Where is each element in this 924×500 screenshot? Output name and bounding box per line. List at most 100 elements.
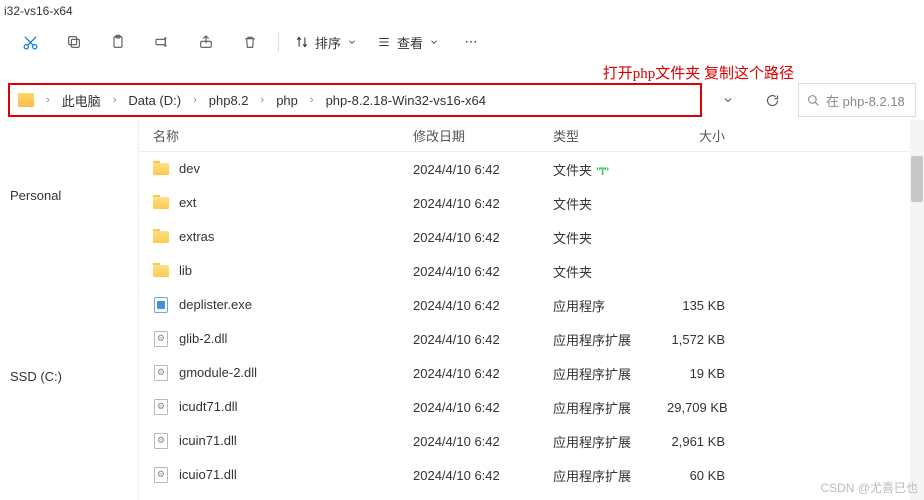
chevron-right-icon[interactable]: › bbox=[187, 94, 203, 106]
file-date: 2024/4/10 6:42 bbox=[399, 434, 539, 449]
view-label: 查看 bbox=[397, 33, 423, 52]
file-size: 60 KB bbox=[653, 468, 743, 483]
window-title: i32-vs16-x64 bbox=[4, 4, 73, 18]
file-type: 应用程序扩展 bbox=[539, 466, 653, 485]
chevron-down-icon bbox=[347, 37, 357, 47]
folder-icon bbox=[153, 161, 169, 177]
file-type: 文件夹 bbox=[539, 228, 653, 247]
file-type: 应用程序扩展 bbox=[539, 398, 653, 417]
column-headers: 名称 修改日期 类型 大小 bbox=[139, 120, 924, 152]
crumb-thispc[interactable]: 此电脑 bbox=[58, 89, 105, 112]
file-row[interactable]: icuio71.dll 2024/4/10 6:42应用程序扩展60 KB bbox=[139, 458, 924, 492]
file-name: glib-2.dll bbox=[179, 331, 227, 346]
file-type: 应用程序扩展 bbox=[539, 432, 653, 451]
file-row[interactable]: icuin71.dll 2024/4/10 6:42应用程序扩展2,961 KB bbox=[139, 424, 924, 458]
dll-icon bbox=[153, 467, 169, 483]
cut-icon[interactable] bbox=[8, 24, 52, 60]
toolbar: 排序 查看 ⋯ bbox=[0, 22, 924, 62]
file-type: 应用程序扩展 bbox=[539, 330, 653, 349]
file-row[interactable]: deplister.exe 2024/4/10 6:42应用程序135 KB bbox=[139, 288, 924, 322]
search-placeholder: 在 php-8.2.18 bbox=[826, 91, 905, 110]
file-date: 2024/4/10 6:42 bbox=[399, 298, 539, 313]
file-row[interactable]: dev 2024/4/10 6:42文件夹"T" bbox=[139, 152, 924, 186]
chevron-right-icon[interactable]: › bbox=[255, 94, 271, 106]
paste-icon[interactable] bbox=[96, 24, 140, 60]
address-bar-row: › 此电脑 › Data (D:) › php8.2 › php › php-8… bbox=[0, 80, 924, 120]
file-name: icuin71.dll bbox=[179, 433, 237, 448]
scrollbar-thumb[interactable] bbox=[911, 156, 923, 202]
header-type[interactable]: 类型 bbox=[539, 126, 653, 145]
file-name: deplister.exe bbox=[179, 297, 252, 312]
chevron-down-icon bbox=[429, 37, 439, 47]
file-row[interactable]: gmodule-2.dll2024/4/10 6:42应用程序扩展19 KB bbox=[139, 356, 924, 390]
file-type: 文件夹 bbox=[539, 194, 653, 213]
view-icon bbox=[377, 35, 391, 49]
toolbar-separator bbox=[278, 32, 279, 52]
file-date: 2024/4/10 6:42 bbox=[399, 230, 539, 245]
file-pane: 名称 修改日期 类型 大小 dev2024/4/10 6:42文件夹"T"ext… bbox=[138, 120, 924, 500]
file-type: 应用程序 bbox=[539, 296, 653, 315]
header-date[interactable]: 修改日期 bbox=[399, 126, 539, 145]
sidebar: Personal SSD (C:) bbox=[0, 120, 138, 500]
file-date: 2024/4/10 6:42 bbox=[399, 162, 539, 177]
file-row[interactable]: icudt71.dll2024/4/10 6:42应用程序扩展29,709 KB bbox=[139, 390, 924, 424]
file-name: gmodule-2.dll bbox=[179, 365, 257, 380]
file-size: 29,709 KB bbox=[653, 400, 743, 415]
badge-icon: "T" bbox=[596, 166, 607, 178]
file-size: 2,961 KB bbox=[653, 434, 743, 449]
search-input[interactable]: 在 php-8.2.18 bbox=[798, 83, 916, 117]
more-button[interactable]: ⋯ bbox=[449, 24, 493, 60]
sidebar-item-ssd[interactable]: SSD (C:) bbox=[0, 361, 138, 392]
dll-icon bbox=[153, 331, 169, 347]
rename-icon[interactable] bbox=[140, 24, 184, 60]
breadcrumb[interactable]: › 此电脑 › Data (D:) › php8.2 › php › php-8… bbox=[8, 83, 702, 117]
file-date: 2024/4/10 6:42 bbox=[399, 468, 539, 483]
sort-label: 排序 bbox=[315, 33, 341, 52]
file-name: icuio71.dll bbox=[179, 467, 237, 482]
delete-icon[interactable] bbox=[228, 24, 272, 60]
sidebar-item-label: SSD (C:) bbox=[10, 369, 62, 384]
window-titlebar: i32-vs16-x64 bbox=[0, 0, 924, 22]
sidebar-item-label: Personal bbox=[10, 188, 61, 203]
refresh-button[interactable] bbox=[754, 84, 790, 116]
annotation-text: 打开php文件夹 复制这个路径 bbox=[603, 62, 794, 83]
file-row[interactable]: ext2024/4/10 6:42文件夹 bbox=[139, 186, 924, 220]
crumb-current[interactable]: php-8.2.18-Win32-vs16-x64 bbox=[322, 91, 490, 110]
file-name: icudt71.dll bbox=[179, 399, 238, 414]
sidebar-item-personal[interactable]: Personal bbox=[0, 180, 138, 211]
file-name: dev bbox=[179, 161, 200, 176]
file-type: 应用程序扩展 bbox=[539, 364, 653, 383]
folder-icon bbox=[153, 263, 169, 279]
file-list: dev2024/4/10 6:42文件夹"T"ext2024/4/10 6:42… bbox=[139, 152, 924, 492]
file-name: extras bbox=[179, 229, 214, 244]
crumb-folder[interactable]: php bbox=[272, 91, 302, 110]
crumb-folder[interactable]: php8.2 bbox=[205, 91, 253, 110]
sort-icon bbox=[295, 35, 309, 49]
file-size: 135 KB bbox=[653, 298, 743, 313]
scrollbar[interactable] bbox=[910, 120, 924, 500]
file-row[interactable]: extras 2024/4/10 6:42文件夹 bbox=[139, 220, 924, 254]
exe-icon bbox=[153, 297, 169, 313]
chevron-right-icon[interactable]: › bbox=[107, 94, 123, 106]
chevron-right-icon[interactable]: › bbox=[304, 94, 320, 106]
file-date: 2024/4/10 6:42 bbox=[399, 196, 539, 211]
folder-icon bbox=[153, 229, 169, 245]
file-row[interactable]: lib2024/4/10 6:42文件夹 bbox=[139, 254, 924, 288]
dll-icon bbox=[153, 365, 169, 381]
copy-icon[interactable] bbox=[52, 24, 96, 60]
file-date: 2024/4/10 6:42 bbox=[399, 264, 539, 279]
header-name[interactable]: 名称 bbox=[139, 126, 399, 145]
view-button[interactable]: 查看 bbox=[367, 24, 449, 60]
dropdown-button[interactable] bbox=[710, 84, 746, 116]
file-type: 文件夹"T" bbox=[539, 160, 653, 179]
sort-button[interactable]: 排序 bbox=[285, 24, 367, 60]
folder-icon bbox=[18, 93, 34, 107]
search-icon bbox=[807, 94, 820, 107]
chevron-right-icon[interactable]: › bbox=[40, 94, 56, 106]
file-date: 2024/4/10 6:42 bbox=[399, 366, 539, 381]
folder-icon bbox=[153, 195, 169, 211]
crumb-drive[interactable]: Data (D:) bbox=[124, 91, 185, 110]
share-icon[interactable] bbox=[184, 24, 228, 60]
file-row[interactable]: glib-2.dll2024/4/10 6:42应用程序扩展1,572 KB bbox=[139, 322, 924, 356]
header-size[interactable]: 大小 bbox=[653, 126, 743, 145]
